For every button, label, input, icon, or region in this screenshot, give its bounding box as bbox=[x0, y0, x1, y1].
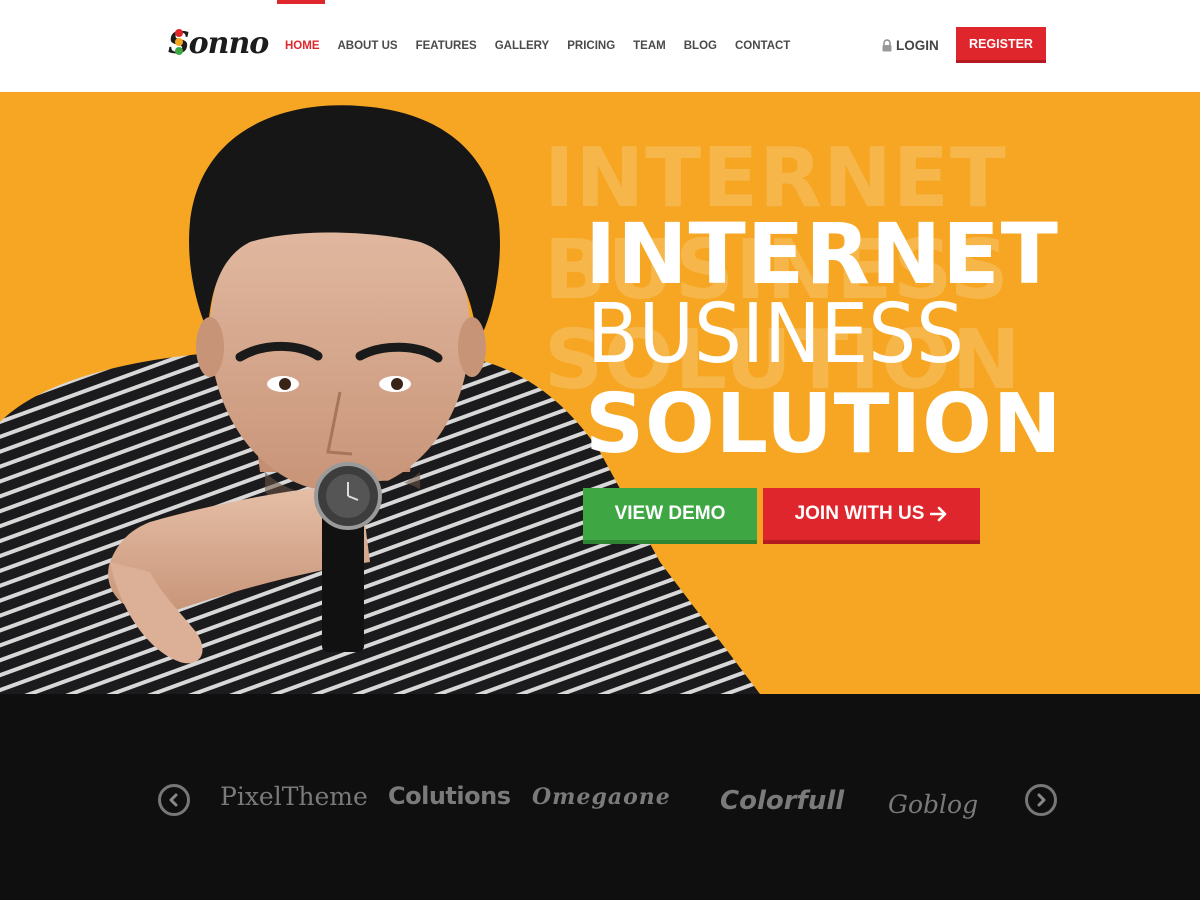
nav-item-contact[interactable]: CONTACT bbox=[735, 40, 790, 54]
nav-item-blog[interactable]: BLOG bbox=[684, 40, 717, 54]
chevron-right-icon bbox=[1037, 793, 1046, 807]
hero-headline-line1: INTERNET bbox=[585, 205, 1059, 303]
nav-item-gallery[interactable]: GALLERY bbox=[495, 40, 550, 54]
hero-section: INTERNET BUSINESS SOLUTION INTERNET BUSI… bbox=[0, 92, 1200, 694]
register-button[interactable]: REGISTER bbox=[956, 27, 1046, 63]
chevron-left-icon bbox=[169, 793, 178, 807]
view-demo-button[interactable]: VIEW DEMO bbox=[583, 488, 757, 544]
carousel-next-button[interactable] bbox=[1025, 784, 1057, 816]
logo-dots-icon bbox=[172, 26, 186, 56]
partner-logo[interactable]: PixelTheme bbox=[220, 782, 368, 811]
partner-logo[interactable]: Colorfull bbox=[720, 786, 844, 816]
carousel-prev-button[interactable] bbox=[158, 784, 190, 816]
arrow-right-icon bbox=[930, 506, 947, 522]
partners-strip: PixelTheme Colutions Omegaone Colorfull … bbox=[0, 694, 1200, 900]
site-header: Sonno HOME ABOUT US FEATURES GALLERY PRI… bbox=[0, 0, 1200, 92]
hero-headline-line2: BUSINESS bbox=[587, 287, 964, 382]
login-link[interactable]: LOGIN bbox=[881, 38, 939, 53]
login-label: LOGIN bbox=[896, 38, 939, 53]
main-nav: HOME ABOUT US FEATURES GALLERY PRICING T… bbox=[285, 40, 808, 54]
logo[interactable]: Sonno bbox=[168, 22, 269, 66]
nav-item-about-us[interactable]: ABOUT US bbox=[338, 40, 398, 54]
nav-item-features[interactable]: FEATURES bbox=[416, 40, 477, 54]
nav-item-team[interactable]: TEAM bbox=[633, 40, 666, 54]
hero-headline-line3: SOLUTION bbox=[585, 377, 1063, 472]
partner-logo[interactable]: Goblog bbox=[888, 790, 978, 819]
join-with-us-label: JOIN WITH US bbox=[794, 503, 925, 524]
partner-logo[interactable]: Omegaone bbox=[532, 784, 671, 810]
active-nav-indicator bbox=[277, 0, 325, 4]
partner-logo[interactable]: Colutions bbox=[388, 782, 511, 810]
lock-icon bbox=[882, 39, 892, 52]
nav-item-pricing[interactable]: PRICING bbox=[567, 40, 615, 54]
join-with-us-button[interactable]: JOIN WITH US bbox=[763, 488, 980, 544]
nav-item-home[interactable]: HOME bbox=[285, 40, 320, 54]
